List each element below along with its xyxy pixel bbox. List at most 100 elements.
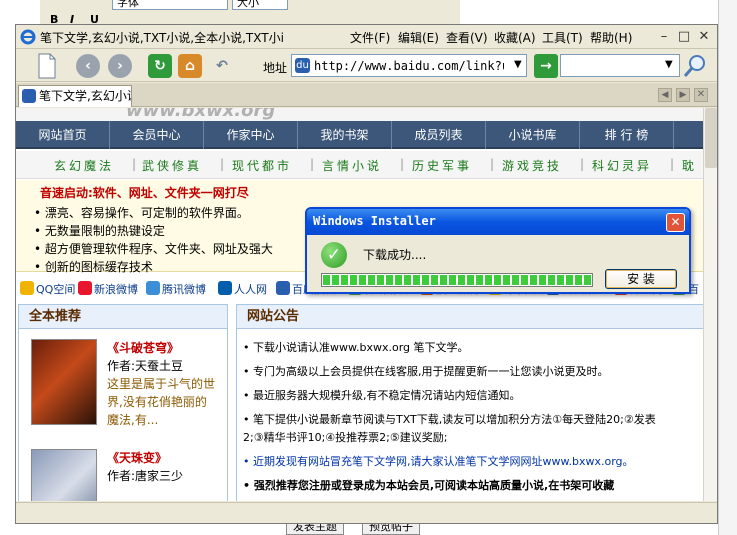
site-logo: www.bxwx.org: [126, 108, 276, 121]
go-icon[interactable]: →: [534, 54, 558, 78]
menu-file[interactable]: 文件(F): [350, 29, 390, 46]
announcement-item: • 专门为高级以上会员提供在线客服,用于提醒更新一一让您读小说更及时。: [243, 365, 609, 378]
genre-games[interactable]: 游戏竞技: [502, 157, 562, 174]
share-renren[interactable]: 人人网: [218, 281, 267, 297]
promo-title: 音速启动:软件、网址、文件夹一网打尽: [40, 186, 249, 200]
announcement-heading: 网站公告: [237, 305, 703, 329]
dialog-message: 下载成功....: [363, 248, 427, 262]
search-input[interactable]: ▼: [560, 54, 680, 77]
background-format-toolbar: 字体 大小 B I U: [40, 0, 460, 26]
promo-item: • 漂亮、容易操作、可定制的软件界面。: [34, 206, 249, 220]
recommend-heading: 全本推荐: [19, 305, 227, 329]
maximize-icon[interactable]: □: [676, 29, 692, 45]
tab-close-icon[interactable]: ✕: [694, 88, 708, 102]
share-sina-weibo[interactable]: 新浪微博: [78, 281, 138, 297]
book-title[interactable]: 《天珠变》: [107, 449, 167, 466]
nav-bookshelf[interactable]: 我的书架: [298, 121, 392, 149]
undo-icon[interactable]: ↶: [210, 54, 234, 78]
menu-bar: 笔下文学,玄幻小说,TXT小说,全本小说,TXT小i 文件(F) 编辑(E) 查…: [16, 25, 717, 49]
font-size-select[interactable]: 大小: [232, 0, 288, 10]
nav-writer-center[interactable]: 作家中心: [204, 121, 298, 149]
genre-history[interactable]: 历史军事: [412, 157, 472, 174]
address-dropdown-icon[interactable]: ▼: [514, 59, 522, 70]
announcement-item[interactable]: • 近期发现有网站冒充笔下文学网,请大家认准笔下文学网网址www.bxwx.or…: [243, 453, 634, 469]
progress-fill: [323, 275, 591, 285]
genre-separator: |: [490, 157, 495, 171]
installer-dialog: Windows Installer ✕ ✓ 下载成功.... 安 装: [305, 207, 691, 294]
dialog-titlebar[interactable]: Windows Installer ✕: [307, 209, 689, 235]
book-description: 这里是属于斗气的世界,没有花俏艳丽的魔法,有...: [107, 377, 216, 427]
navigation-toolbar: ‹ › ↻ ⌂ ↶ 地址 du http://www.baidu.com/lin…: [16, 50, 717, 82]
dialog-title: Windows Installer: [313, 214, 436, 228]
nav-library[interactable]: 小说书库: [486, 121, 580, 149]
book-author: 作者:天蚕土豆: [107, 359, 184, 373]
main-nav: 网站首页 会员中心 作家中心 我的书架 成员列表 小说书库 排 行 榜: [16, 121, 703, 149]
nav-ranking[interactable]: 排 行 榜: [580, 121, 674, 149]
book-item[interactable]: 《天珠变》 作者:唐家三少: [31, 449, 227, 501]
tab-title: 笔下文学,玄幻小说: [39, 89, 132, 103]
back-icon[interactable]: ‹: [76, 54, 100, 78]
share-qzone[interactable]: QQ空间: [20, 281, 75, 297]
ie-icon: [20, 29, 36, 45]
genre-more[interactable]: 耽: [682, 157, 697, 174]
tab-active[interactable]: 笔下文学,玄幻小说: [18, 85, 132, 107]
announcement-item: • 下载小说请认准www.bxwx.org 笔下文学。: [243, 341, 469, 354]
promo-item: • 无数量限制的热键设定: [34, 224, 165, 238]
tab-bar: 笔下文学,玄幻小说 ◀ ▶ ✕: [16, 83, 717, 107]
announcement-item: • 笔下提供小说最新章节阅读与TXT下载,读友可以增加积分方法①每天登陆20;②…: [243, 413, 656, 426]
genre-martial[interactable]: 武侠修真: [142, 157, 202, 174]
address-input[interactable]: du http://www.baidu.com/link?ur ▼: [291, 54, 527, 77]
genre-fantasy[interactable]: 玄幻魔法: [54, 157, 114, 174]
nav-members[interactable]: 成员列表: [392, 121, 486, 149]
book-cover[interactable]: [31, 449, 97, 501]
promo-item: • 创新的图标缓存技术: [34, 260, 153, 274]
close-icon[interactable]: ✕: [696, 29, 712, 45]
new-page-icon[interactable]: [36, 53, 58, 79]
dialog-close-icon[interactable]: ✕: [666, 213, 685, 232]
announcement-item[interactable]: • 强烈推荐您注册或登录成为本站会员,可阅读本站高质量小说,在书架可收藏: [243, 477, 614, 493]
address-url: http://www.baidu.com/link?ur: [314, 59, 504, 73]
nav-home[interactable]: 网站首页: [16, 121, 110, 149]
scrollbar-thumb[interactable]: [705, 108, 717, 168]
browser-window: 笔下文学,玄幻小说,TXT小说,全本小说,TXT小i 文件(F) 编辑(E) 查…: [15, 24, 718, 524]
status-bar: [16, 502, 717, 523]
minimize-icon[interactable]: –: [656, 29, 672, 45]
forward-icon[interactable]: ›: [108, 54, 132, 78]
menu-edit[interactable]: 编辑(E): [398, 29, 439, 46]
font-family-select[interactable]: 字体: [112, 0, 228, 10]
share-tencent-weibo[interactable]: 腾讯微博: [146, 281, 206, 297]
genre-scifi[interactable]: 科幻灵异: [592, 157, 652, 174]
search-dropdown-icon[interactable]: ▼: [665, 59, 673, 70]
genre-urban[interactable]: 现代都市: [232, 157, 292, 174]
download-progress-bar: [321, 273, 593, 287]
window-title: 笔下文学,玄幻小说,TXT小说,全本小说,TXT小i: [40, 31, 284, 45]
menu-tools[interactable]: 工具(T): [542, 29, 583, 46]
genre-nav: 玄幻魔法 | 武侠修真 | 现代都市 | 言情小说 | 历史军事 | 游戏竞技 …: [16, 151, 703, 179]
tab-scroll-right-icon[interactable]: ▶: [676, 88, 690, 102]
recommend-panel: 全本推荐 《斗破苍穹》 作者:天蚕土豆 这里是属于斗气的世界,没有花俏艳丽的魔法…: [18, 304, 228, 501]
page-favicon-icon: [22, 89, 36, 103]
search-icon[interactable]: [682, 53, 708, 79]
tab-scroll-left-icon[interactable]: ◀: [658, 88, 672, 102]
announcement-item: • 最近服务器大规模升级,有不稳定情况请站内短信通知。: [243, 389, 521, 402]
home-icon[interactable]: ⌂: [178, 54, 202, 78]
menu-favorites[interactable]: 收藏(A): [494, 29, 536, 46]
nav-member-center[interactable]: 会员中心: [110, 121, 204, 149]
site-logo-strip: www.bxwx.org: [16, 108, 703, 121]
genre-separator: |: [400, 157, 405, 171]
genre-separator: |: [220, 157, 225, 171]
vertical-scrollbar[interactable]: [703, 108, 717, 501]
menu-view[interactable]: 查看(V): [446, 29, 488, 46]
promo-item: • 超方便管理软件程序、文件夹、网址及强大: [34, 242, 273, 256]
address-label: 地址: [263, 61, 288, 75]
book-author: 作者:唐家三少: [107, 469, 184, 483]
refresh-icon[interactable]: ↻: [148, 54, 172, 78]
install-button[interactable]: 安 装: [605, 269, 677, 289]
genre-romance[interactable]: 言情小说: [322, 157, 382, 174]
background-scrollbar[interactable]: [718, 0, 737, 535]
menu-help[interactable]: 帮助(H): [590, 29, 632, 46]
book-cover[interactable]: [31, 339, 97, 425]
book-title[interactable]: 《斗破苍穹》: [107, 339, 179, 356]
genre-separator: |: [310, 157, 315, 171]
book-item[interactable]: 《斗破苍穹》 作者:天蚕土豆 这里是属于斗气的世界,没有花俏艳丽的魔法,有...: [31, 339, 227, 427]
